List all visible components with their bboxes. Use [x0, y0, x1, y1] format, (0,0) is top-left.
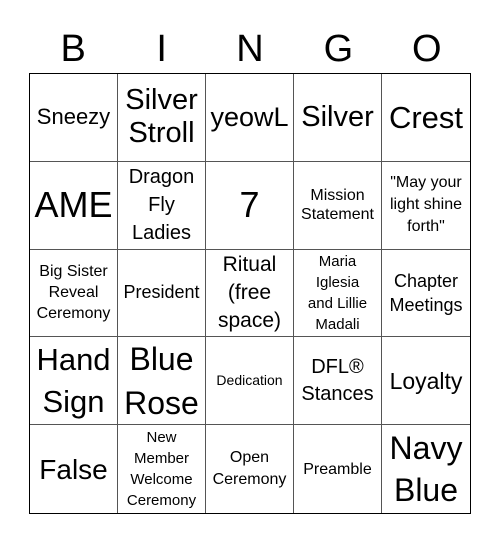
bingo-cell[interactable]: Preamble — [294, 425, 382, 513]
bingo-cell[interactable]: Sneezy — [30, 74, 118, 162]
cell-text: Big Sister Reveal Ceremony — [36, 263, 111, 323]
cell-text: "May your light shine forth" — [389, 174, 463, 236]
bingo-cell[interactable]: Ritual (free space) — [206, 249, 294, 338]
bingo-cell[interactable]: Hand Sign — [30, 337, 118, 426]
cell-text: False — [39, 453, 108, 485]
header-letter-i: I — [156, 28, 167, 70]
bingo-cell[interactable]: Chapter Meetings — [382, 250, 470, 338]
bingo-cell[interactable]: Silver — [294, 74, 382, 162]
bingo-cell[interactable]: yeowL — [206, 74, 294, 162]
cell-text: Open Ceremony — [212, 449, 287, 489]
cell-text: Maria Iglesia and Lillie Madali — [307, 252, 368, 333]
bingo-cell[interactable]: AME — [30, 161, 118, 250]
bingo-cell[interactable]: Loyalty — [382, 337, 470, 426]
bingo-cell[interactable]: Dragon Fly Ladies — [118, 161, 206, 250]
cell-text: New Member Welcome Ceremony — [126, 429, 197, 510]
cell-text: Hand Sign — [36, 341, 111, 419]
bingo-cell[interactable]: Navy Blue — [382, 425, 470, 513]
cell-text: Loyalty — [389, 367, 463, 394]
bingo-cell[interactable]: False — [30, 425, 118, 513]
cell-text: Crest — [388, 99, 464, 135]
bingo-cell[interactable]: Silver Stroll — [118, 74, 206, 162]
cell-text: President — [123, 282, 200, 303]
bingo-cell[interactable]: Crest — [382, 74, 470, 162]
bingo-cell[interactable]: President — [118, 249, 206, 338]
cell-text: Mission Statement — [301, 187, 374, 224]
cell-text: DFL® Stances — [301, 355, 374, 405]
bingo-header: B I N G O — [29, 26, 471, 72]
bingo-cell[interactable]: New Member Welcome Ceremony — [118, 425, 206, 513]
header-letter-n: N — [236, 28, 264, 70]
bingo-cell[interactable]: Mission Statement — [294, 161, 382, 250]
cell-text: Sneezy — [36, 104, 111, 130]
header-letter-b: B — [60, 28, 86, 70]
bingo-cell[interactable]: 7 — [206, 161, 294, 250]
cell-text: 7 — [239, 184, 260, 226]
cell-text: Dedication — [216, 372, 283, 389]
bingo-grid: Sneezy Silver Stroll yeowL Silver Crest … — [29, 73, 471, 514]
cell-text: Chapter Meetings — [389, 270, 463, 315]
bingo-cell[interactable]: "May your light shine forth" — [382, 162, 470, 250]
bingo-cell[interactable]: Big Sister Reveal Ceremony — [30, 249, 118, 338]
cell-text: Silver Stroll — [125, 84, 198, 150]
cell-text: Navy Blue — [389, 430, 463, 509]
bingo-cell[interactable]: Open Ceremony — [206, 425, 294, 513]
bingo-cell[interactable]: Maria Iglesia and Lillie Madali — [294, 249, 382, 338]
cell-text: Blue Rose — [124, 340, 199, 421]
cell-text: AME — [34, 184, 113, 226]
cell-text: Dragon Fly Ladies — [128, 166, 195, 245]
header-letter-g: G — [323, 28, 354, 70]
bingo-cell[interactable]: Dedication — [206, 337, 294, 426]
cell-text: Ritual (free space) — [217, 252, 282, 332]
header-letter-o: O — [412, 28, 442, 70]
cell-text: yeowL — [210, 101, 289, 132]
cell-text: Silver — [301, 100, 374, 133]
cell-text: Preamble — [303, 460, 372, 478]
bingo-cell[interactable]: Blue Rose — [118, 337, 206, 426]
bingo-cell[interactable]: DFL® Stances — [294, 337, 382, 426]
